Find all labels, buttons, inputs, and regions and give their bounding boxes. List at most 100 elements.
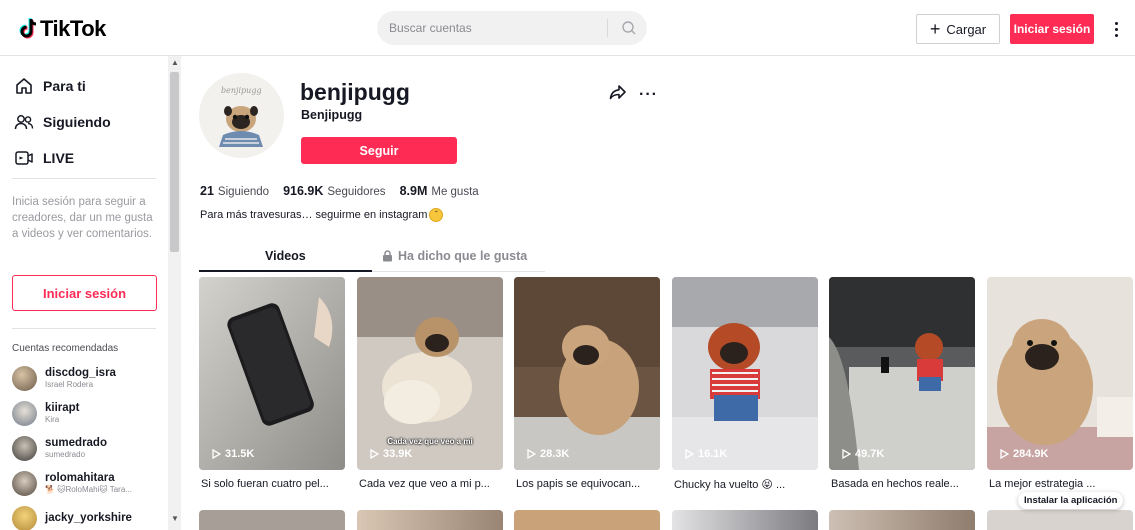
video-card[interactable]: [829, 510, 975, 530]
video-thumbnail: [829, 277, 975, 470]
nav-live[interactable]: LIVE: [14, 148, 74, 168]
nav-label: LIVE: [43, 150, 75, 166]
profile-tabs: Videos Ha dicho que le gusta: [199, 244, 545, 272]
bio-text: Para más travesuras… seguirme en instagr…: [200, 209, 428, 221]
likes-stat: 8.9M Me gusta: [399, 184, 479, 198]
video-card[interactable]: Cada vez que veo a mi 33.9K: [357, 277, 503, 470]
account-username: sumedrado: [45, 436, 107, 449]
sidebar-login-button[interactable]: Iniciar sesión: [12, 275, 157, 311]
lock-icon: [383, 250, 392, 262]
live-icon: [15, 151, 33, 165]
search-bar: Buscar cuentas: [377, 11, 647, 45]
play-icon: [370, 449, 379, 459]
upload-button[interactable]: + Cargar: [916, 14, 1000, 44]
video-caption[interactable]: Basada en hechos reale...: [831, 478, 977, 490]
search-input[interactable]: Buscar cuentas: [377, 11, 605, 45]
account-name: sumedrado: [45, 449, 86, 459]
profile-avatar: benjipugg: [199, 73, 284, 158]
view-count: 33.9K: [370, 448, 412, 460]
video-card[interactable]: [672, 510, 818, 530]
video-card[interactable]: 28.3K: [514, 277, 660, 470]
divider: [12, 178, 156, 179]
video-card[interactable]: 284.9K: [987, 277, 1133, 470]
search-icon: [622, 21, 636, 35]
nav-label: Para ti: [43, 78, 86, 94]
video-caption[interactable]: Cada vez que veo a mi p...: [359, 478, 505, 490]
recommended-account[interactable]: kiirapt Kira: [12, 398, 80, 428]
play-icon: [527, 449, 536, 459]
account-name: Kira: [45, 414, 60, 424]
view-count: 16.1K: [685, 448, 727, 460]
search-button[interactable]: [611, 11, 647, 45]
video-card[interactable]: [514, 510, 660, 530]
video-caption[interactable]: Si solo fueran cuatro pel...: [201, 478, 347, 490]
profile-more-icon[interactable]: ···: [639, 86, 658, 104]
avatar: [12, 435, 37, 461]
svg-text:benjipugg: benjipugg: [221, 86, 262, 95]
search-divider: [607, 19, 608, 37]
video-thumbnail: [672, 277, 818, 470]
account-username: kiirapt: [45, 401, 80, 414]
recommended-account[interactable]: discdog_isra Israel Rodera: [12, 363, 116, 393]
home-icon: [16, 78, 32, 94]
video-card[interactable]: [357, 510, 503, 530]
scroll-thumb[interactable]: [170, 72, 179, 252]
video-card[interactable]: [987, 510, 1133, 530]
video-card[interactable]: [199, 510, 345, 530]
play-icon: [685, 449, 694, 459]
sidebar-scrollbar[interactable]: ▲ ▼: [168, 56, 181, 530]
smile-emoji-icon: ˘: [429, 208, 444, 222]
recommended-account[interactable]: sumedrado sumedrado: [12, 433, 107, 463]
plus-icon: +: [929, 19, 941, 39]
video-caption[interactable]: Los papis se equivocan...: [516, 478, 662, 490]
video-overlay-text: Cada vez que veo a mi: [387, 437, 473, 446]
tiktok-logo[interactable]: TikTok: [18, 14, 106, 44]
video-thumbnail: [514, 277, 660, 470]
view-count: 49.7K: [842, 448, 884, 460]
top-bar: TikTok Buscar cuentas + Cargar Iniciar s…: [0, 0, 1135, 56]
view-count: 31.5K: [212, 448, 254, 460]
video-card[interactable]: 31.5K: [199, 277, 345, 470]
account-username: rolomahitara: [45, 471, 115, 484]
video-card[interactable]: 49.7K: [829, 277, 975, 470]
logo-text: TikTok: [40, 16, 106, 41]
video-caption[interactable]: Chucky ha vuelto 😝 ...: [674, 478, 820, 491]
tab-liked[interactable]: Ha dicho que le gusta: [382, 249, 527, 263]
scroll-down-icon[interactable]: ▼: [171, 514, 179, 523]
nav-for-you[interactable]: Para ti: [14, 76, 86, 96]
view-count: 28.3K: [527, 448, 569, 460]
tab-liked-label: Ha dicho que le gusta: [398, 249, 528, 263]
account-username: discdog_isra: [45, 366, 116, 379]
profile-bio: Para más travesuras… seguirme en instagr…: [200, 208, 444, 222]
video-card[interactable]: 16.1K: [672, 277, 818, 470]
tab-videos[interactable]: Videos: [265, 249, 306, 263]
account-name: Israel Rodera: [45, 379, 94, 389]
install-app-button[interactable]: Instalar la aplicación: [1018, 492, 1124, 509]
share-icon[interactable]: [609, 84, 627, 100]
login-hint: Inicia sesión para seguir a creadores, d…: [12, 196, 153, 240]
recommended-account[interactable]: jacky_yorkshire: [12, 503, 132, 530]
following-stat: 21 Siguiendo: [200, 184, 270, 198]
play-icon: [842, 449, 851, 459]
nav-following[interactable]: Siguiendo: [14, 112, 111, 132]
profile-stats: 21 Siguiendo 916.9K Seguidores 8.9M Me gust…: [200, 184, 479, 198]
profile-display-name: Benjipugg: [301, 108, 363, 122]
tiktok-note-icon: [19, 18, 37, 39]
divider: [12, 328, 156, 329]
avatar: [12, 365, 37, 391]
video-caption[interactable]: La mejor estrategia ...: [989, 478, 1114, 490]
avatar: [12, 470, 37, 496]
recommended-account[interactable]: rolomahitara 🐕 🐱RoloMahi🐱 Tara...: [12, 468, 132, 498]
recommended-title: Cuentas recomendadas: [12, 343, 119, 354]
followers-stat: 916.9K Seguidores: [283, 184, 386, 198]
login-button[interactable]: Iniciar sesión: [1010, 14, 1094, 44]
account-name: 🐕 🐱RoloMahi🐱 Tara...: [45, 484, 132, 494]
more-options-icon[interactable]: [1106, 16, 1126, 42]
play-icon: [212, 449, 221, 459]
play-icon: [1000, 449, 1009, 459]
sidebar: Para ti Siguiendo LIVE Inicia sesión par…: [0, 56, 182, 530]
follow-button[interactable]: Seguir: [301, 137, 457, 164]
video-thumbnail: [987, 277, 1133, 470]
scroll-up-icon[interactable]: ▲: [171, 58, 179, 67]
account-username: jacky_yorkshire: [45, 511, 132, 524]
